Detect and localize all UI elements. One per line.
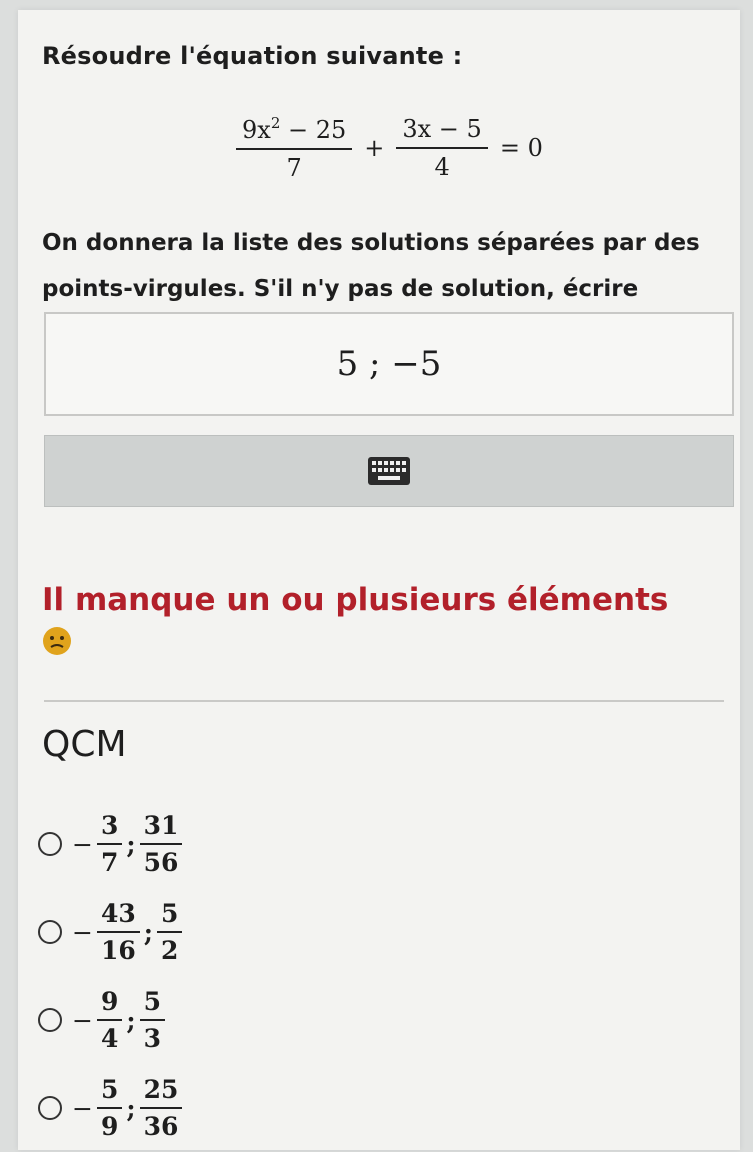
option-fraction-b-denominator: 36 [143, 1112, 179, 1141]
fraction-1-denominator: 7 [286, 154, 302, 182]
option-separator: ; [143, 917, 153, 947]
equation-fraction-2: 3x − 5 4 [396, 115, 488, 181]
option-fraction-a-denominator: 16 [100, 936, 136, 965]
option-fraction-b-denominator: 2 [160, 936, 179, 965]
option-fraction-b-denominator: 3 [143, 1024, 161, 1053]
option-fraction-a-denominator: 7 [100, 848, 119, 877]
option-fraction-b-numerator: 5 [139, 987, 165, 1021]
feedback-message: Il manque un ou plusieurs éléments [42, 582, 669, 618]
option-fraction-b: 31 56 [139, 811, 183, 877]
option-fraction-a-numerator: 9 [96, 987, 123, 1021]
qcm-option-3[interactable]: − 9 4 ; 5 3 [38, 976, 182, 1064]
virtual-keyboard-toggle[interactable] [44, 435, 734, 507]
option-fraction-a-denominator: 9 [100, 1112, 119, 1141]
fraction-2-denominator: 4 [434, 153, 450, 181]
option-sign: − [72, 829, 93, 859]
radio-icon[interactable] [38, 1008, 62, 1032]
option-fraction-a-numerator: 5 [96, 1075, 123, 1109]
equation-rhs: = 0 [499, 134, 543, 162]
equation: 9x2 − 25 7 + 3x − 5 4 = 0 [230, 114, 549, 182]
option-fraction-b-numerator: 25 [139, 1075, 183, 1109]
option-fraction-b: 5 3 [139, 987, 165, 1053]
option-fraction-a-denominator: 4 [100, 1024, 119, 1053]
qcm-title: QCM [42, 724, 127, 765]
option-fraction-a: 43 16 [96, 899, 140, 965]
equation-fraction-1: 9x2 − 25 7 [236, 114, 353, 182]
option-sign: − [72, 917, 93, 947]
qcm-options: − 3 7 ; 31 56 − 43 16 ; 5 2 − 9 4 ; 5 3 … [38, 800, 183, 1152]
answer-value: 5 ; −5 [336, 344, 442, 384]
qcm-option-1[interactable]: − 3 7 ; 31 56 [38, 800, 183, 888]
option-sign: − [72, 1005, 93, 1035]
option-fraction-a-numerator: 43 [96, 899, 140, 933]
option-fraction-b-numerator: 5 [156, 899, 183, 933]
option-separator: ; [126, 1005, 136, 1035]
option-fraction-a-numerator: 3 [96, 811, 123, 845]
option-sign: − [72, 1093, 93, 1123]
option-fraction-a: 3 7 [96, 811, 123, 877]
qcm-option-2[interactable]: − 43 16 ; 5 2 [38, 888, 183, 976]
question-prompt: Résoudre l'équation suivante : [42, 42, 463, 70]
exercise-page: Résoudre l'équation suivante : 9x2 − 25 … [18, 10, 740, 1150]
option-fraction-b: 25 36 [139, 1075, 183, 1141]
equation-operator: + [364, 134, 385, 162]
option-fraction-b-denominator: 56 [143, 848, 179, 877]
qcm-option-4[interactable]: − 5 9 ; 25 36 [38, 1064, 183, 1152]
option-fraction-b-numerator: 31 [139, 811, 183, 845]
fraction-2-numerator: 3x − 5 [396, 115, 488, 149]
keyboard-icon [368, 457, 410, 485]
radio-icon[interactable] [38, 920, 62, 944]
fraction-1-numerator: 9x2 − 25 [236, 114, 353, 150]
option-fraction-a: 9 4 [96, 987, 123, 1053]
section-divider [44, 700, 724, 702]
option-separator: ; [126, 1093, 136, 1123]
radio-icon[interactable] [38, 1096, 62, 1120]
sad-face-icon [43, 627, 71, 655]
option-fraction-b: 5 2 [156, 899, 183, 965]
option-separator: ; [126, 829, 136, 859]
answer-input[interactable]: 5 ; −5 [44, 312, 734, 416]
radio-icon[interactable] [38, 832, 62, 856]
option-fraction-a: 5 9 [96, 1075, 123, 1141]
